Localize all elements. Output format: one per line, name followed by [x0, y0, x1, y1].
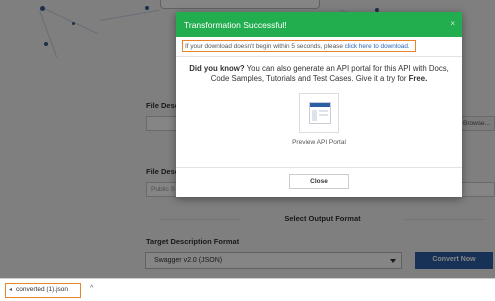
close-button[interactable]: Close	[289, 174, 349, 189]
download-link[interactable]: click here to download.	[345, 43, 410, 50]
download-bar: ◂ converted (1).json ^	[0, 278, 495, 301]
file-icon: ◂	[9, 287, 13, 293]
download-item[interactable]: ◂ converted (1).json	[5, 283, 81, 298]
api-portal-tile[interactable]	[299, 93, 339, 133]
download-note: If your download doesn't begin within 5 …	[182, 40, 416, 52]
divider	[176, 167, 462, 168]
preview-api-portal-label[interactable]: Preview API Portal	[176, 139, 462, 146]
modal-title: Transformation Successful!	[184, 20, 287, 30]
download-note-text: If your download doesn't begin within 5 …	[185, 42, 345, 50]
chevron-up-icon[interactable]: ^	[90, 285, 93, 292]
promo-text: Did you know? You can also generate an A…	[176, 64, 462, 84]
modal-header: Transformation Successful! ×	[176, 12, 462, 37]
success-modal: Transformation Successful! × If your dow…	[176, 12, 462, 197]
api-portal-icon	[309, 102, 331, 124]
download-file-name: converted (1).json	[16, 286, 69, 293]
promo-lead: Did you know?	[189, 64, 245, 73]
promo-free: Free.	[408, 74, 428, 83]
close-icon[interactable]: ×	[450, 19, 455, 28]
divider	[176, 56, 462, 57]
